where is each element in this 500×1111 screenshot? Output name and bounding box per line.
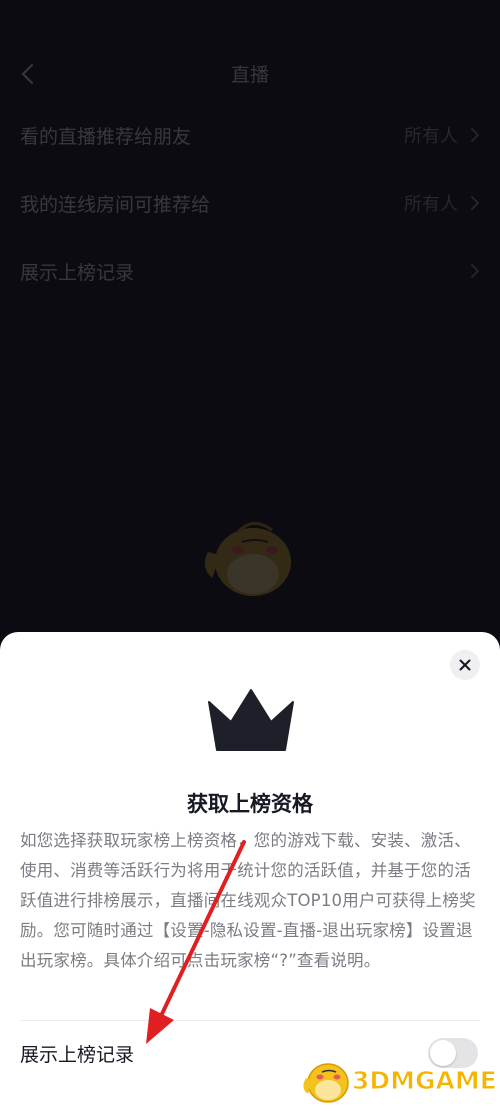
sheet-title: 获取上榜资格 — [187, 792, 313, 816]
crown-icon — [208, 689, 294, 751]
close-button[interactable] — [450, 650, 480, 680]
close-icon — [459, 659, 471, 671]
site-watermark: 3DMGAME — [300, 1056, 498, 1106]
ranking-qualification-sheet: 获取上榜资格 如您选择获取玩家榜上榜资格，您的游戏下载、安装、激活、使用、消费等… — [0, 632, 500, 1111]
watermark-text: 3DMGAME — [352, 1066, 498, 1096]
mascot-logo-icon — [303, 1063, 349, 1103]
sheet-description: 如您选择获取玩家榜上榜资格，您的游戏下载、安装、激活、使用、消费等活跃行为将用于… — [20, 831, 476, 970]
toggle-label: 展示上榜记录 — [20, 1044, 135, 1066]
divider — [20, 1020, 480, 1021]
